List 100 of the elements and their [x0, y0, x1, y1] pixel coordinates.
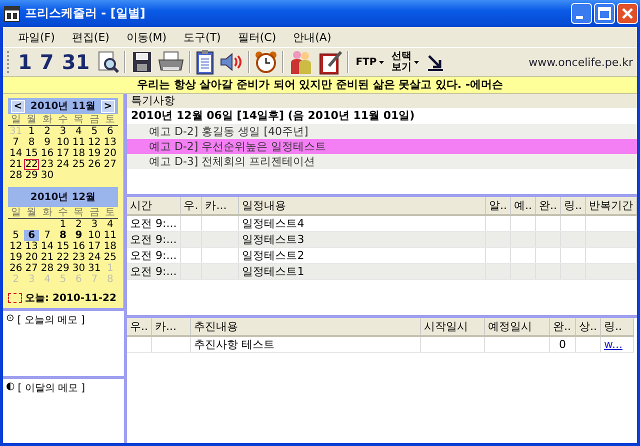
calendar-day[interactable]: 21	[8, 159, 24, 170]
calendar-day[interactable]: 3	[55, 126, 71, 137]
column-header[interactable]: 카...	[202, 197, 239, 215]
column-header[interactable]: 완..	[535, 197, 560, 215]
notebook-icon[interactable]	[316, 49, 343, 75]
clipboard-icon[interactable]	[194, 49, 215, 75]
maximize-button[interactable]	[594, 3, 615, 24]
menu-item[interactable]: 안내(A)	[286, 28, 338, 46]
column-header[interactable]: 상..	[576, 318, 600, 336]
calendar-day[interactable]: 29	[55, 263, 71, 274]
calendar-day[interactable]: 4	[102, 219, 118, 230]
column-header[interactable]: 링..	[600, 318, 634, 336]
calendar-day[interactable]: 25	[102, 252, 118, 263]
calendar-day[interactable]: 11	[70, 137, 87, 148]
calendar-day[interactable]: 23	[70, 252, 87, 263]
calendar-day[interactable]: 16	[39, 148, 56, 159]
calendar-day[interactable]: 28	[8, 170, 24, 181]
notice-item[interactable]: 예고 D-3] 전체회의 프리젠테이션	[127, 154, 637, 169]
calendar-day[interactable]: 10	[55, 137, 71, 148]
calendar-day[interactable]: 23	[39, 159, 56, 170]
calendar-day[interactable]: 19	[8, 252, 24, 263]
link[interactable]: w...	[604, 338, 622, 351]
calendar-day[interactable]: 19	[86, 148, 102, 159]
column-header[interactable]: 완..	[550, 318, 576, 336]
prev-month-button[interactable]: <	[11, 100, 25, 112]
calendar-day[interactable]: 5	[8, 230, 24, 241]
menu-item[interactable]: 필터(C)	[230, 28, 284, 46]
calendar-day[interactable]: 16	[70, 241, 87, 252]
calendar-day[interactable]: 1	[55, 219, 71, 230]
calendar-day[interactable]: 12	[86, 137, 102, 148]
menu-item[interactable]: 도구(T)	[176, 28, 228, 46]
calendar-day[interactable]: 21	[39, 252, 56, 263]
calendar-day[interactable]: 25	[70, 159, 87, 170]
close-button[interactable]	[617, 3, 638, 24]
calendar-day[interactable]: 17	[86, 241, 102, 252]
calendar-day[interactable]: 6	[24, 230, 40, 241]
search-icon[interactable]	[96, 50, 120, 74]
calendar-day[interactable]: 20	[102, 148, 118, 159]
column-header[interactable]: 시작일시	[420, 318, 484, 336]
notice-item[interactable]: 예고 D-2] 우선순위높은 일정테스트	[127, 139, 637, 154]
column-header[interactable]: 예..	[510, 197, 536, 215]
calendar-day[interactable]: 31	[86, 263, 102, 274]
calendar-day[interactable]: 6	[102, 126, 118, 137]
calendar-day[interactable]: 10	[86, 230, 102, 241]
calendar-day[interactable]: 24	[55, 159, 71, 170]
calendar-day[interactable]: 3	[86, 219, 102, 230]
calendar-day[interactable]: 27	[102, 159, 118, 170]
column-header[interactable]: 알..	[485, 197, 510, 215]
calendar-day[interactable]: 29	[24, 170, 40, 181]
calendar-day[interactable]: 5	[86, 126, 102, 137]
calendar-day[interactable]: 11	[102, 230, 118, 241]
calendar-day[interactable]: 2	[39, 126, 56, 137]
menu-item[interactable]: 이동(M)	[119, 28, 174, 46]
notice-item[interactable]: 예고 D-2] 홍길동 생일 [40주년]	[127, 124, 637, 139]
next-month-button[interactable]: >	[100, 100, 115, 112]
speaker-icon[interactable]	[218, 51, 244, 73]
calendar-day[interactable]: 9	[39, 137, 56, 148]
calendar-day[interactable]: 15	[55, 241, 71, 252]
column-header[interactable]: 추진내용	[190, 318, 420, 336]
calendar-day[interactable]: 26	[8, 263, 24, 274]
dropdown-button[interactable]: 선택 보기	[388, 51, 422, 73]
menu-item[interactable]: 파일(F)	[11, 28, 62, 46]
calendar-day[interactable]: 27	[24, 263, 40, 274]
calendar-day[interactable]: 1	[24, 126, 40, 137]
alarm-clock-icon[interactable]	[254, 50, 278, 74]
calendar-day[interactable]: 8	[55, 230, 71, 241]
calendar-day[interactable]: 8	[24, 137, 40, 148]
calendar-day[interactable]: 15	[24, 148, 40, 159]
column-header[interactable]: 카...	[152, 318, 190, 336]
calendar-day[interactable]: 13	[24, 241, 40, 252]
calendar-day[interactable]: 24	[86, 252, 102, 263]
minimize-button[interactable]	[571, 3, 592, 24]
calendar-day[interactable]: 26	[86, 159, 102, 170]
calendar-day[interactable]: 7	[8, 137, 24, 148]
calendar-day[interactable]: 30	[70, 263, 87, 274]
calendar-day[interactable]: 18	[70, 148, 87, 159]
calendar-day[interactable]: 14	[8, 148, 24, 159]
calendar-day[interactable]: 4	[70, 126, 87, 137]
column-header[interactable]: 일정내용	[238, 197, 486, 215]
calendar-day[interactable]: 9	[70, 230, 87, 241]
calendar-day[interactable]: 13	[102, 137, 118, 148]
view-button[interactable]: 1	[15, 50, 35, 74]
calendar-day[interactable]: 18	[102, 241, 118, 252]
calendar-day[interactable]: 17	[55, 148, 71, 159]
column-header[interactable]: 우.	[180, 197, 202, 215]
view-button[interactable]: 31	[58, 50, 93, 74]
calendar-day[interactable]: 20	[24, 252, 40, 263]
calendar-day[interactable]: 30	[39, 170, 56, 181]
menu-item[interactable]: 편집(E)	[64, 28, 116, 46]
calendar-day[interactable]: 14	[39, 241, 56, 252]
view-button[interactable]: 7	[36, 50, 57, 74]
column-header[interactable]: 예정일시	[484, 318, 550, 336]
column-header[interactable]: 시간	[127, 197, 180, 215]
calendar-day[interactable]: 12	[8, 241, 24, 252]
calendar-day[interactable]: 28	[39, 263, 56, 274]
column-header[interactable]: 반복기간	[585, 197, 636, 215]
calendar-day[interactable]: 22	[55, 252, 71, 263]
calendar-day[interactable]: 2	[70, 219, 87, 230]
dropdown-button[interactable]: FTP	[352, 56, 387, 68]
calendar-day[interactable]: 7	[39, 230, 56, 241]
